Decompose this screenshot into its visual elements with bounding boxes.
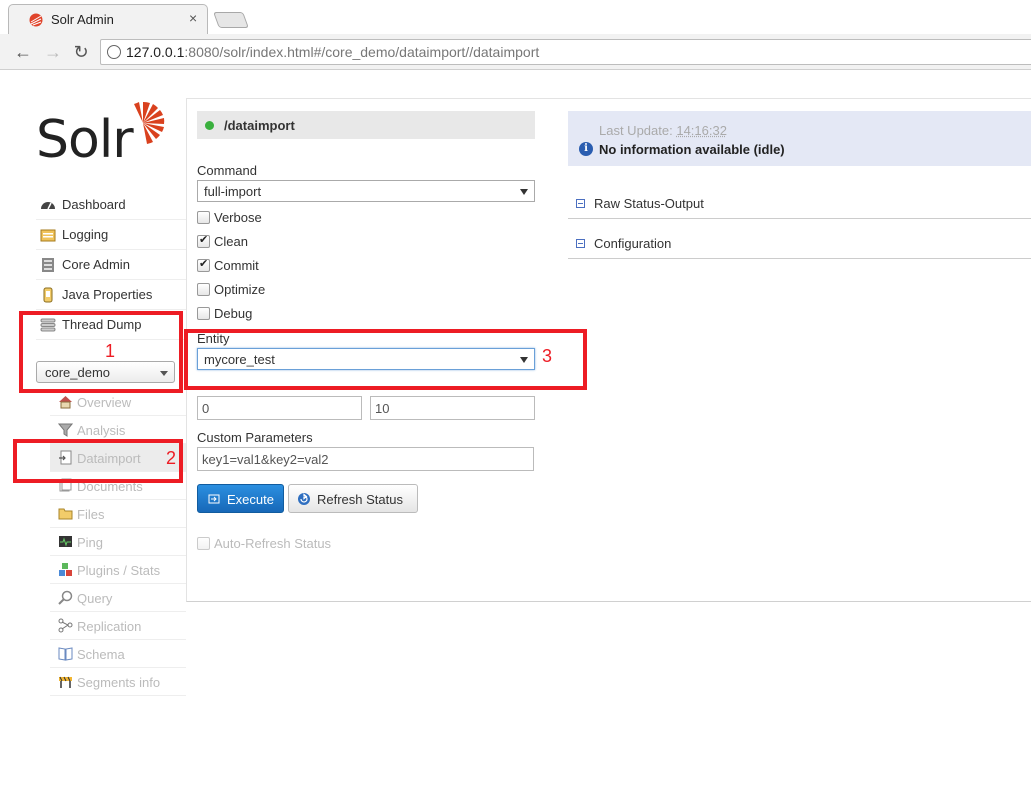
status-panel: Last Update: 14:16:32 i No information a… [568, 111, 1031, 166]
solr-favicon-icon [29, 13, 43, 27]
verbose-checkbox[interactable] [197, 211, 210, 224]
dashboard-icon [41, 202, 55, 210]
solr-logo[interactable]: Solr [36, 100, 166, 170]
core-menu-item-query[interactable]: Query [50, 584, 186, 612]
tab-close-icon[interactable]: × [189, 10, 197, 26]
browser-tab[interactable]: Solr Admin × [8, 4, 208, 34]
replication-icon [58, 618, 73, 633]
command-select[interactable]: full-import [197, 180, 535, 202]
reload-icon[interactable]: ↻ [70, 41, 92, 63]
command-label: Command [197, 163, 257, 178]
core-menu-item-ping[interactable]: Ping [50, 528, 186, 556]
java-properties-icon [43, 287, 53, 303]
analysis-icon [58, 423, 73, 437]
browser-tabstrip: Solr Admin × [0, 0, 1031, 34]
files-icon [58, 508, 73, 520]
annotation-label-2: 2 [166, 448, 177, 468]
raw-status-output-toggle[interactable]: Raw Status-Output [568, 187, 1031, 219]
tab-title: Solr Admin [51, 12, 114, 27]
nav-item-dashboard[interactable]: Dashboard [36, 190, 186, 220]
refresh-status-button[interactable]: Refresh Status [288, 484, 418, 513]
core-menu-item-schema[interactable]: Schema [50, 640, 186, 668]
back-icon[interactable]: ← [12, 41, 34, 63]
annotation-label-3: 3 [542, 346, 553, 366]
nav-item-logging[interactable]: Logging [36, 220, 186, 250]
collapse-icon [576, 199, 585, 208]
auto-refresh-checkbox[interactable] [197, 537, 210, 550]
chevron-down-icon [520, 189, 528, 195]
query-icon [58, 590, 73, 605]
page-info-icon[interactable] [107, 45, 121, 59]
debug-checkbox[interactable] [197, 307, 210, 320]
new-tab-button[interactable] [213, 12, 249, 28]
core-menu-item-replication[interactable]: Replication [50, 612, 186, 640]
handler-name: /dataimport [224, 118, 295, 133]
execute-icon [208, 494, 220, 504]
overview-icon [59, 396, 72, 409]
last-update: Last Update: 14:16:32 [599, 123, 727, 138]
refresh-icon [298, 493, 310, 505]
address-bar[interactable]: 127.0.0.1:8080/solr/index.html#/core_dem… [100, 39, 1031, 65]
nav-item-java-properties[interactable]: Java Properties [36, 280, 186, 310]
core-admin-icon [42, 258, 54, 272]
core-menu-item-segments-info[interactable]: Segments info [50, 668, 186, 696]
solr-sun-icon [134, 101, 165, 144]
plugins-icon [59, 563, 72, 576]
core-menu: Overview Analysis Dataimport Documents F… [50, 388, 186, 696]
url-text: 127.0.0.1:8080/solr/index.html#/core_dem… [126, 44, 540, 60]
logging-icon [40, 229, 56, 242]
info-icon: i [579, 142, 593, 156]
custom-params-label: Custom Parameters [197, 430, 313, 445]
annotation-label-1: 1 [105, 341, 116, 361]
browser-toolbar: ← → ↻ 127.0.0.1:8080/solr/index.html#/co… [0, 34, 1031, 70]
rows-input[interactable]: 10 [370, 396, 535, 420]
dataimport-header[interactable]: /dataimport [197, 111, 535, 139]
custom-params-input[interactable]: key1=val1&key2=val2 [197, 447, 534, 471]
status-info-text: No information available (idle) [599, 142, 785, 157]
annotation-box-3 [184, 329, 587, 390]
ping-icon [59, 536, 72, 547]
configuration-toggle[interactable]: Configuration [568, 227, 1031, 259]
collapse-icon [576, 239, 585, 248]
nav-item-core-admin[interactable]: Core Admin [36, 250, 186, 280]
annotation-box-1 [19, 311, 183, 393]
start-input[interactable]: 0 [197, 396, 362, 420]
logo-text: Solr [36, 110, 134, 170]
execute-button[interactable]: Execute [197, 484, 284, 513]
schema-icon [58, 647, 73, 661]
optimize-checkbox[interactable] [197, 283, 210, 296]
clean-checkbox[interactable] [197, 233, 210, 248]
status-dot-icon [205, 121, 214, 130]
core-menu-item-plugins-stats[interactable]: Plugins / Stats [50, 556, 186, 584]
commit-checkbox[interactable] [197, 257, 210, 272]
segments-icon [59, 676, 72, 688]
annotation-box-2 [13, 439, 183, 483]
core-menu-item-files[interactable]: Files [50, 500, 186, 528]
forward-icon[interactable]: → [42, 41, 64, 63]
